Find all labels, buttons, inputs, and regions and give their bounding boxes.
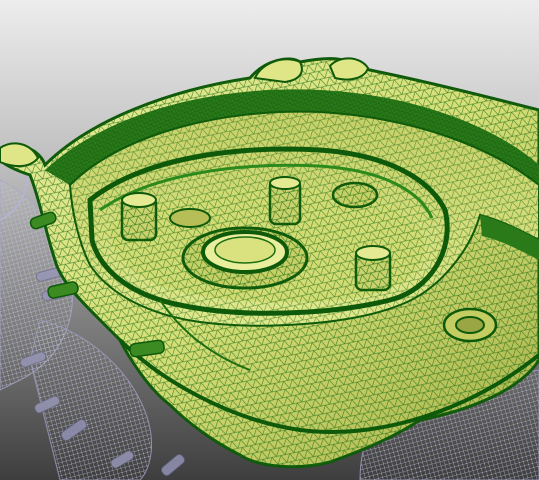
small-hole-left	[169, 208, 211, 228]
boss-left	[120, 192, 158, 242]
top-lug-right	[328, 57, 370, 81]
mesh-viewport[interactable]	[0, 0, 539, 480]
viewport-canvas[interactable]	[0, 0, 539, 480]
boss-inner-right	[331, 181, 379, 209]
central-hub	[181, 226, 309, 290]
boss-center	[268, 176, 302, 226]
boss-right	[354, 245, 392, 292]
flange-mount-hole	[442, 307, 498, 343]
